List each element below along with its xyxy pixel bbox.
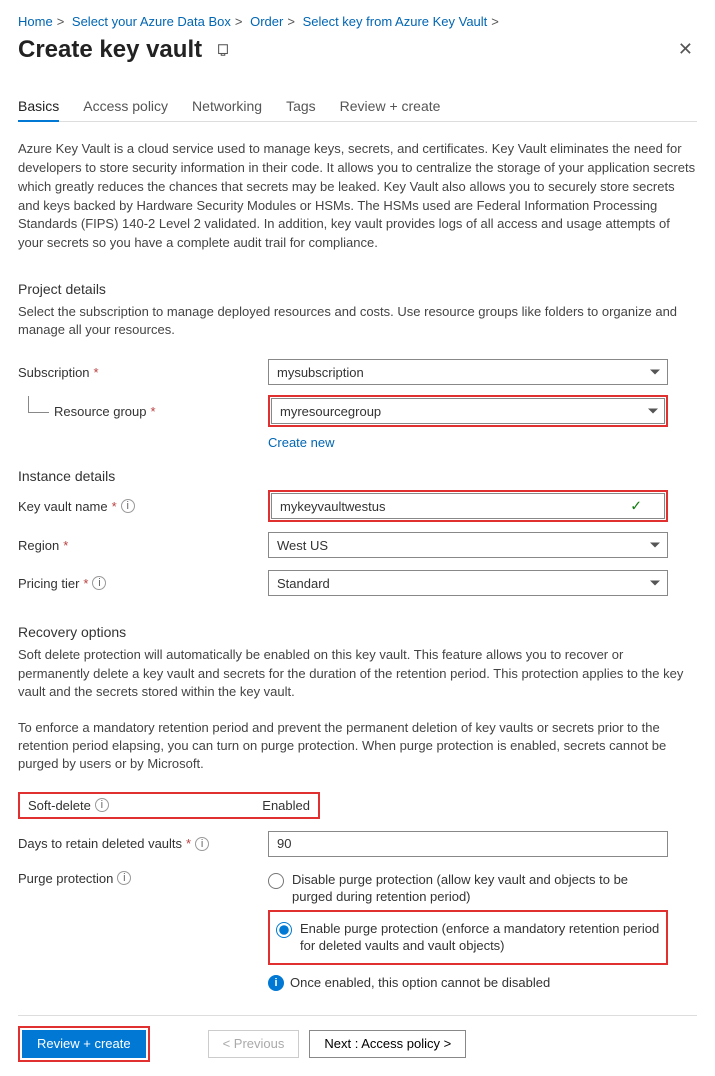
info-icon[interactable]: i bbox=[121, 499, 135, 513]
instance-details-heading: Instance details bbox=[18, 468, 697, 484]
intro-text: Azure Key Vault is a cloud service used … bbox=[18, 140, 697, 253]
project-details-desc: Select the subscription to manage deploy… bbox=[18, 303, 697, 339]
footer: Review + create < Previous Next : Access… bbox=[18, 1015, 697, 1062]
subscription-select[interactable]: mysubscription bbox=[268, 359, 668, 385]
soft-delete-label: Soft-delete bbox=[28, 798, 91, 813]
tab-networking[interactable]: Networking bbox=[192, 92, 262, 121]
resource-group-label: Resource group* bbox=[18, 404, 268, 419]
key-vault-name-input[interactable] bbox=[271, 493, 665, 519]
region-select[interactable]: West US bbox=[268, 532, 668, 558]
page-title: Create key vault bbox=[18, 36, 202, 63]
previous-button[interactable]: < Previous bbox=[208, 1030, 300, 1058]
breadcrumb-item[interactable]: Select key from Azure Key Vault bbox=[303, 14, 488, 29]
check-icon: ✓ bbox=[630, 498, 642, 515]
pin-icon[interactable] bbox=[216, 45, 230, 60]
key-vault-name-label: Key vault name* i bbox=[18, 499, 268, 514]
close-icon[interactable]: ✕ bbox=[674, 35, 697, 64]
recovery-desc2: To enforce a mandatory retention period … bbox=[18, 719, 697, 774]
tab-tags[interactable]: Tags bbox=[286, 92, 316, 121]
info-icon[interactable]: i bbox=[92, 576, 106, 590]
tab-access-policy[interactable]: Access policy bbox=[83, 92, 168, 121]
header: Create key vault ✕ bbox=[18, 35, 697, 64]
breadcrumb-item[interactable]: Home bbox=[18, 14, 53, 29]
info-icon[interactable]: i bbox=[195, 837, 209, 851]
next-button[interactable]: Next : Access policy > bbox=[309, 1030, 466, 1058]
breadcrumb-item[interactable]: Select your Azure Data Box bbox=[72, 14, 231, 29]
tab-review-create[interactable]: Review + create bbox=[340, 92, 441, 121]
tab-basics[interactable]: Basics bbox=[18, 92, 59, 122]
recovery-options-heading: Recovery options bbox=[18, 624, 697, 640]
recovery-desc1: Soft delete protection will automaticall… bbox=[18, 646, 697, 701]
soft-delete-value: Enabled bbox=[262, 798, 310, 813]
retain-days-label: Days to retain deleted vaults* i bbox=[18, 836, 268, 851]
soft-delete-row: Soft-delete i Enabled bbox=[18, 792, 320, 819]
pricing-tier-select[interactable]: Standard bbox=[268, 570, 668, 596]
purge-disable-radio[interactable] bbox=[268, 873, 284, 889]
info-icon: i bbox=[268, 975, 284, 991]
pricing-tier-label: Pricing tier* i bbox=[18, 576, 268, 591]
region-label: Region* bbox=[18, 538, 268, 553]
info-icon[interactable]: i bbox=[95, 798, 109, 812]
purge-note: Once enabled, this option cannot be disa… bbox=[290, 975, 550, 990]
breadcrumb-item[interactable]: Order bbox=[250, 14, 283, 29]
info-icon[interactable]: i bbox=[117, 871, 131, 885]
retain-days-input[interactable] bbox=[268, 831, 668, 857]
subscription-label: Subscription* bbox=[18, 365, 268, 380]
resource-group-select[interactable]: myresourcegroup bbox=[271, 398, 665, 424]
tabs: Basics Access policy Networking Tags Rev… bbox=[18, 92, 697, 122]
purge-enable-radio[interactable] bbox=[276, 922, 292, 938]
create-new-link[interactable]: Create new bbox=[268, 435, 697, 450]
purge-enable-label: Enable purge protection (enforce a manda… bbox=[300, 920, 660, 955]
review-create-button[interactable]: Review + create bbox=[22, 1030, 146, 1058]
breadcrumb: Home> Select your Azure Data Box> Order>… bbox=[18, 14, 697, 29]
purge-protection-label: Purge protection i bbox=[18, 867, 268, 886]
project-details-heading: Project details bbox=[18, 281, 697, 297]
purge-disable-label: Disable purge protection (allow key vaul… bbox=[292, 871, 668, 906]
